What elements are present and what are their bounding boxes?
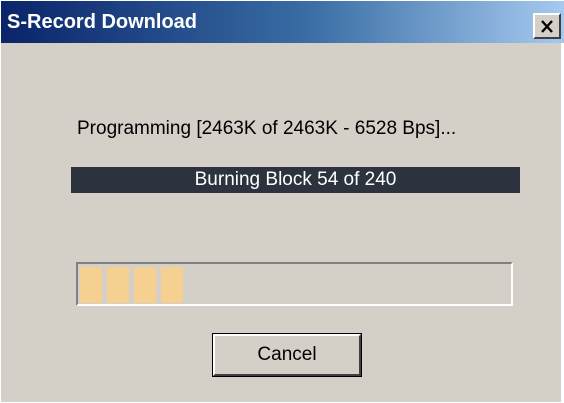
title-bar[interactable]: S-Record Download xyxy=(1,1,564,43)
progress-bar-fill xyxy=(80,267,187,303)
window-title: S-Record Download xyxy=(7,11,198,33)
s-record-download-dialog: S-Record Download Programming [2463K of … xyxy=(0,0,564,403)
programming-status-text: Programming [2463K of 2463K - 6528 Bps].… xyxy=(77,118,457,139)
burning-block-banner: Burning Block 54 of 240 xyxy=(71,167,520,193)
close-icon xyxy=(540,19,554,33)
download-progress-bar xyxy=(76,262,513,306)
cancel-button[interactable]: Cancel xyxy=(212,333,362,377)
close-button[interactable] xyxy=(533,13,561,39)
